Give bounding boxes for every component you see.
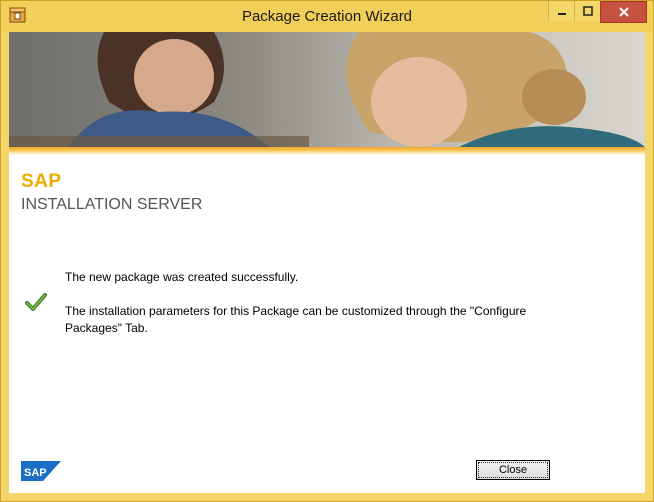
header-accent-stripe xyxy=(9,147,645,155)
header-banner-image xyxy=(9,32,645,147)
title-bar[interactable]: Package Creation Wizard xyxy=(1,1,653,32)
sap-logo: SAP xyxy=(21,461,61,481)
maximize-button[interactable] xyxy=(574,1,601,21)
success-message: The new package was created successfully… xyxy=(65,270,299,284)
info-message: The installation parameters for this Pac… xyxy=(65,304,527,335)
svg-text:SAP: SAP xyxy=(24,467,47,479)
wizard-window: Package Creation Wizard SAP INSTALLATION… xyxy=(0,0,654,502)
close-button[interactable]: Close xyxy=(476,460,550,480)
checkmark-icon xyxy=(25,292,47,312)
minimize-icon xyxy=(558,13,566,15)
maximize-icon xyxy=(583,6,593,16)
sap-brand-text: SAP xyxy=(21,171,62,192)
close-window-button[interactable] xyxy=(600,1,647,23)
close-button-label: Close xyxy=(478,462,548,478)
product-name: INSTALLATION SERVER xyxy=(21,196,203,213)
wizard-content: SAP INSTALLATION SERVER The new package … xyxy=(9,32,645,493)
minimize-button[interactable] xyxy=(548,1,575,21)
close-icon xyxy=(618,7,629,17)
